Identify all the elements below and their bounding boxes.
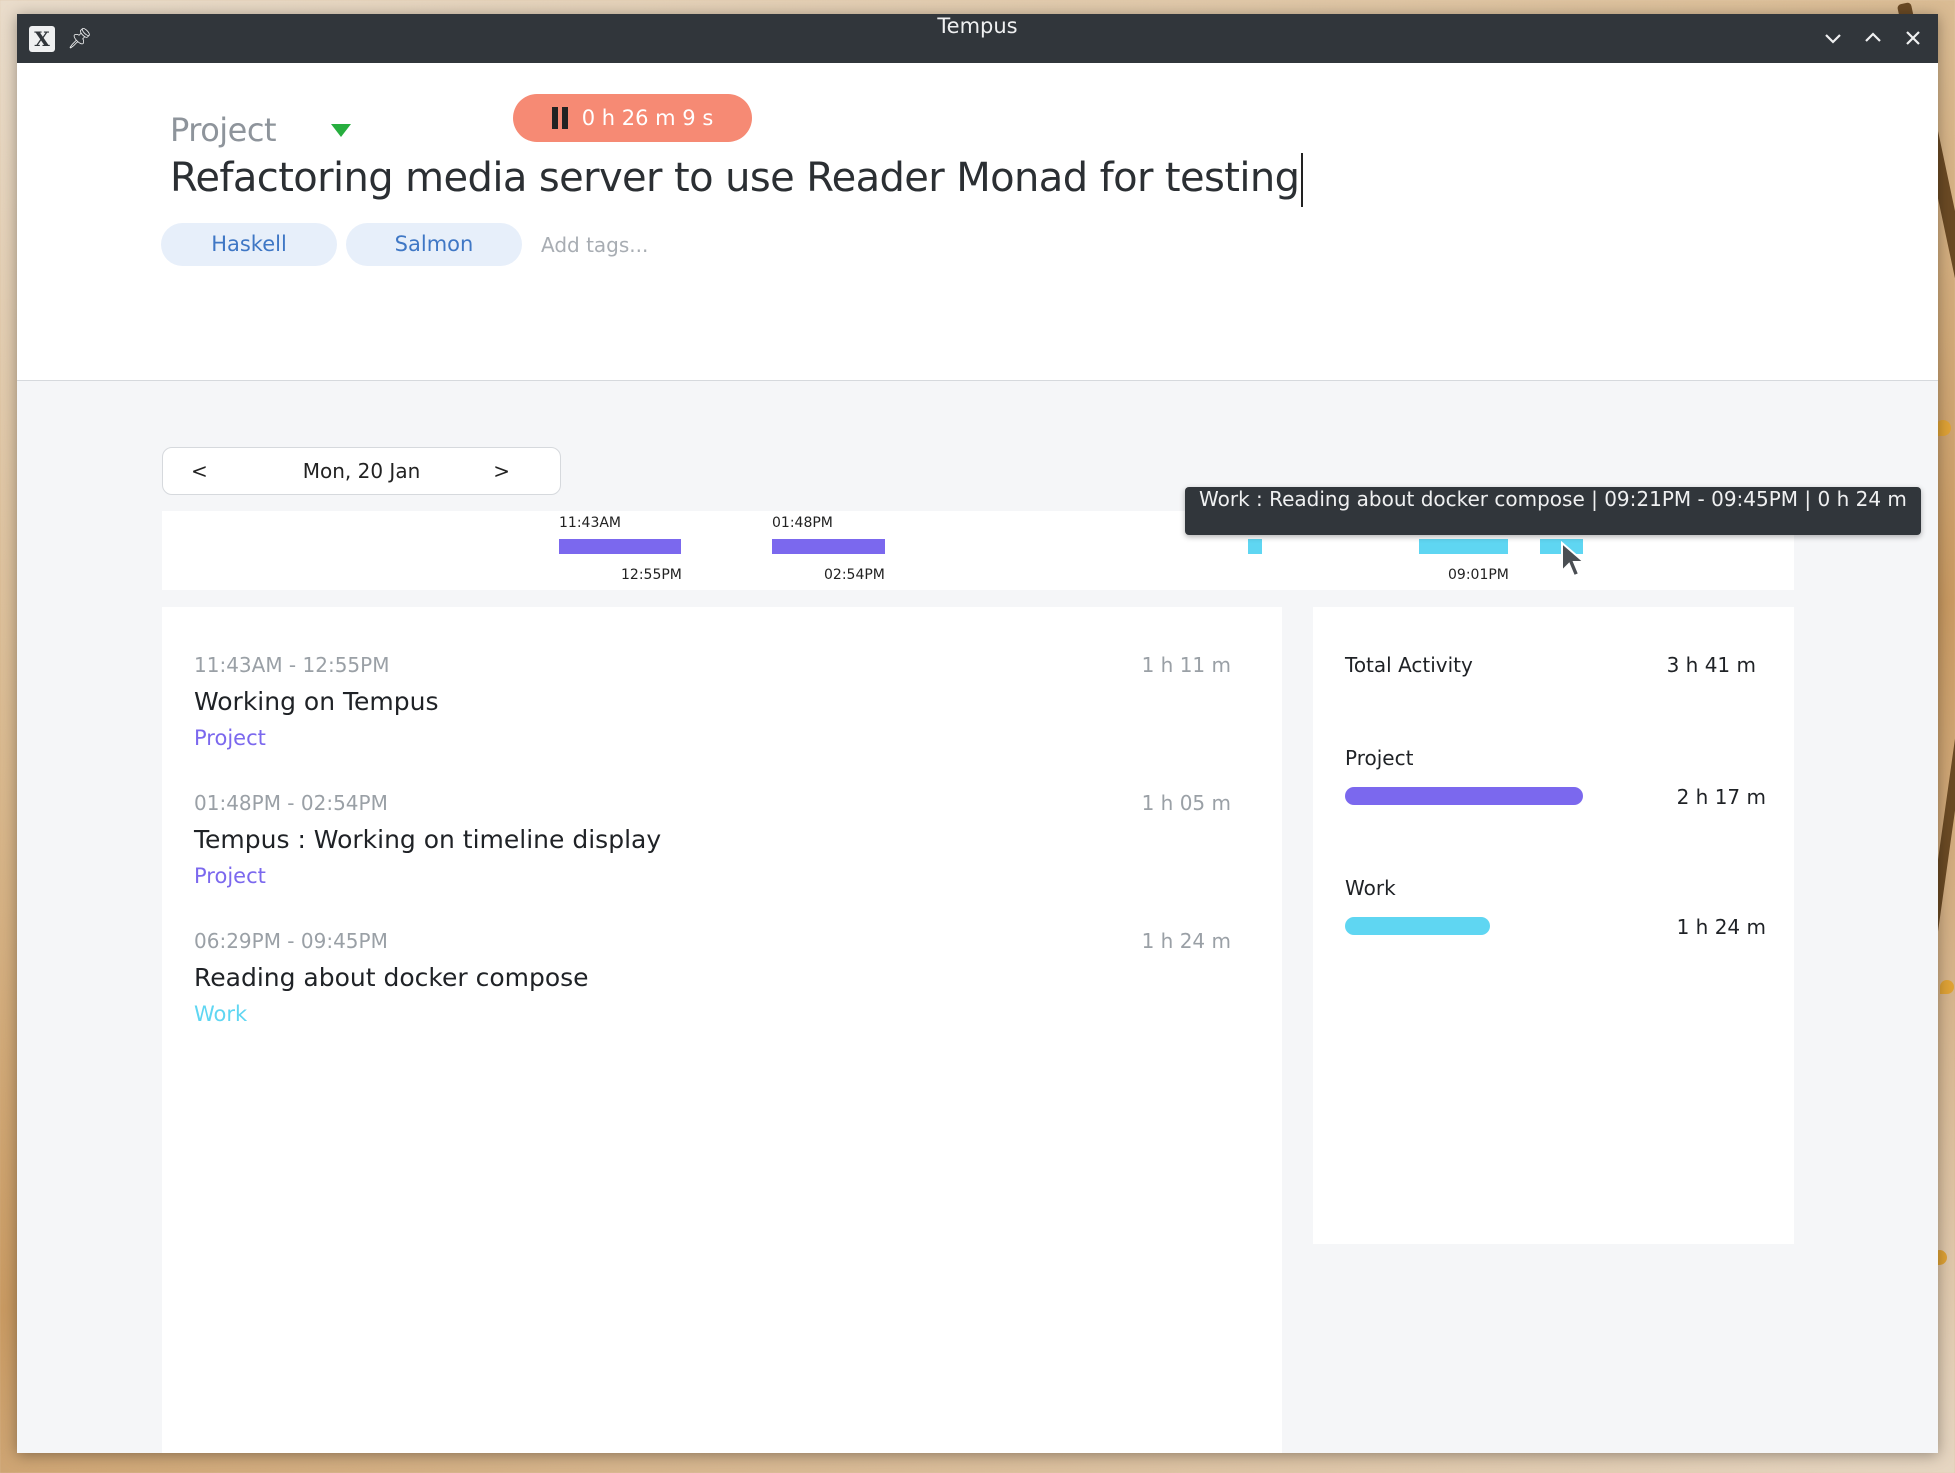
timeline-segment-project[interactable] [772,539,885,554]
add-tags-input[interactable] [541,232,741,257]
entry-category: Project [194,864,266,888]
task-title-text: Refactoring media server to use Reader M… [170,155,1300,201]
project-dropdown[interactable]: Project [170,111,351,149]
entry-category: Project [194,726,266,750]
entry-duration: 1 h 24 m [1141,929,1231,953]
entry-duration: 1 h 11 m [1141,653,1231,677]
entry-duration: 1 h 05 m [1141,791,1231,815]
maximize-icon[interactable] [1859,24,1887,52]
tag-haskell[interactable]: Haskell [161,223,337,266]
stats-category-label: Project [1345,746,1414,770]
entry-category: Work [194,1002,248,1026]
minimize-icon[interactable] [1819,24,1847,52]
timeline-segment-work[interactable] [1248,539,1262,554]
text-caret [1301,153,1304,207]
close-icon[interactable] [1899,24,1927,52]
entry-name: Working on Tempus [194,687,439,716]
tag-list: Haskell Salmon [161,223,741,266]
stats-bar-work [1345,917,1490,935]
timeline-label-start: 01:48PM [772,515,833,531]
entry-name: Reading about docker compose [194,963,589,992]
entry-time-range: 01:48PM - 02:54PM [194,791,388,815]
activity-entry[interactable]: 01:48PM - 02:54PM 1 h 05 m Tempus : Work… [194,791,1249,888]
activity-entry[interactable]: 11:43AM - 12:55PM 1 h 11 m Working on Te… [194,653,1249,750]
titlebar: X 📌︎ Tempus [17,14,1938,63]
tracking-header: Project 0 h 26 m 9 s Refactoring media s… [17,63,1938,381]
timeline-tooltip: Work : Reading about docker compose | 09… [1185,487,1921,535]
window-title: Tempus [937,14,1018,38]
timeline-label-end: 02:54PM [824,567,885,583]
stats-category-value: 1 h 24 m [1676,915,1766,939]
pause-icon [551,107,568,129]
project-label: Project [170,111,276,149]
stats-category-label: Work [1345,876,1396,900]
date-navigator: < Mon, 20 Jan > [162,447,561,495]
timeline-segment-project[interactable] [559,539,681,554]
timer-pause-button[interactable]: 0 h 26 m 9 s [513,94,752,142]
dropdown-arrow-icon [330,123,351,137]
timeline-segment-work[interactable] [1419,539,1508,554]
app-window: X 📌︎ Tempus Project 0 h 26 m 9 s Refacto… [17,14,1938,1453]
next-day-button[interactable]: > [493,448,510,494]
activity-list: 11:43AM - 12:55PM 1 h 11 m Working on Te… [162,607,1282,1453]
stats-category-value: 2 h 17 m [1676,785,1766,809]
task-title-input[interactable]: Refactoring media server to use Reader M… [170,153,1304,225]
entry-name: Tempus : Working on timeline display [194,825,662,854]
timer-label: 0 h 26 m 9 s [581,106,714,130]
timeline-label-start: 11:43AM [559,515,622,531]
stats-bar-project [1345,787,1583,805]
tag-salmon[interactable]: Salmon [346,223,522,266]
mouse-pointer-icon [1561,541,1587,578]
total-activity-value: 3 h 41 m [1666,653,1756,677]
timeline-label-end: 09:01PM [1448,567,1509,583]
activity-entry[interactable]: 06:29PM - 09:45PM 1 h 24 m Reading about… [194,929,1249,1026]
timeline-label-end: 12:55PM [621,567,682,583]
total-activity-label: Total Activity [1345,653,1473,677]
stats-panel: Total Activity 3 h 41 m Project 2 h 17 m… [1313,607,1794,1244]
entry-time-range: 11:43AM - 12:55PM [194,653,390,677]
entry-time-range: 06:29PM - 09:45PM [194,929,388,953]
